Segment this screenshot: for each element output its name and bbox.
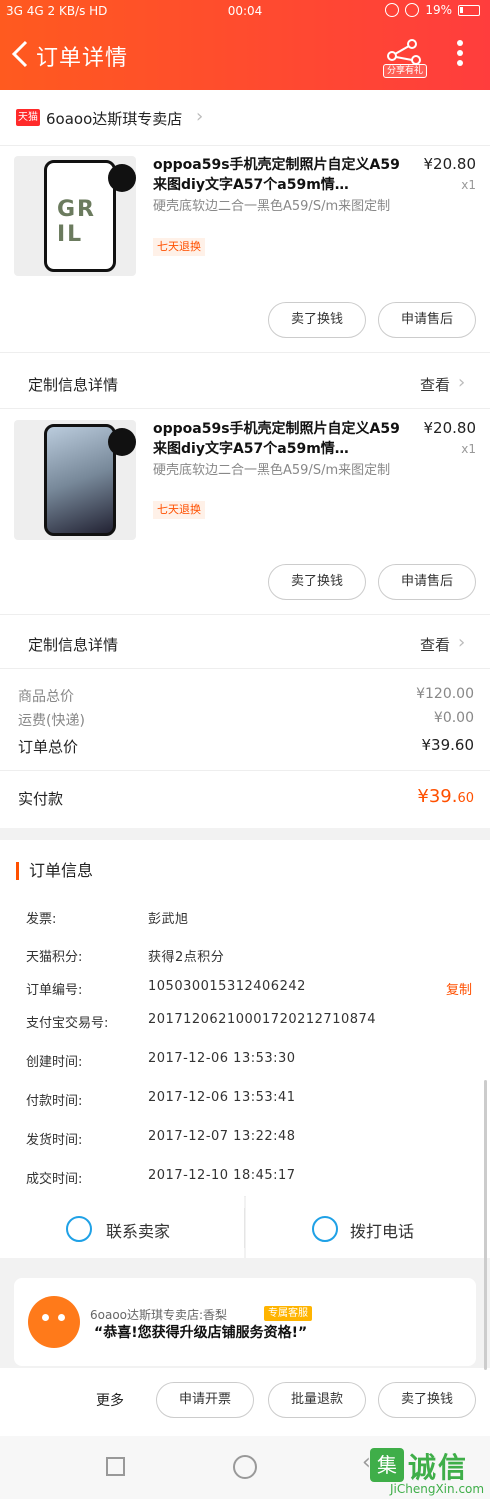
divider (0, 668, 490, 669)
info-value: 2017-12-07 13:22:48 (148, 1129, 296, 1144)
product-image[interactable]: GR IL (14, 156, 136, 276)
info-label: 发票: (26, 912, 57, 927)
status-bar: 3G 4G 2 KB/s HD 00:04 19% (0, 0, 490, 24)
divider (0, 614, 490, 615)
copy-button[interactable]: 复制 (446, 979, 472, 998)
paid-value: ¥39.60 (417, 786, 474, 807)
watermark-url: JiChengXin.com (390, 1482, 485, 1496)
return-tag: 七天退换 (153, 501, 205, 519)
message-sender: 6oaoo达斯琪专卖店:香梨 (90, 1308, 228, 1322)
custom-info-label[interactable]: 定制信息详情 (28, 634, 118, 655)
paid-cents: 60 (457, 791, 474, 806)
page-title: 订单详情 (36, 46, 129, 71)
product-price: ¥20.80 (423, 419, 477, 437)
order-info-heading: 订单信息 (16, 862, 93, 880)
bulk-refund-button[interactable]: 批量退款 (268, 1382, 366, 1418)
back-arrow-icon[interactable] (6, 36, 36, 72)
info-value: 彭武旭 (148, 912, 189, 927)
size-badge-icon (108, 164, 136, 192)
info-value: 105030015312406242 (148, 979, 306, 994)
goods-total-label: 商品总价 (18, 689, 74, 705)
custom-info-view[interactable]: 查看 (420, 374, 450, 395)
product-spec: 硬壳底软边二合一黑色A59/S/m来图定制 (153, 199, 391, 214)
divider (0, 352, 490, 353)
goods-total-value: ¥120.00 (416, 686, 474, 702)
sell-button[interactable]: 卖了换钱 (268, 302, 366, 338)
divider (0, 770, 490, 771)
product-spec: 硬壳底软边二合一黑色A59/S/m来图定制 (153, 463, 391, 478)
info-label: 创建时间: (26, 1055, 83, 1070)
info-label: 支付宝交易号: (26, 1016, 109, 1031)
alarm-icon (405, 3, 420, 17)
shipping-label: 运费(快递) (18, 713, 85, 729)
service-badge: 专属客服 (264, 1306, 312, 1321)
watermark-text: 诚信 (408, 1451, 469, 1484)
product-image[interactable] (14, 420, 136, 540)
paid-main: ¥39. (417, 786, 458, 807)
recent-apps-icon[interactable] (106, 1457, 125, 1476)
header-bar: 3G 4G 2 KB/s HD 00:04 19% 订单详情 分享有礼 (0, 0, 490, 90)
tmall-badge: 天猫 (16, 109, 40, 126)
status-right: 19% (385, 3, 480, 17)
info-value: 2017-12-06 13:53:41 (148, 1090, 296, 1105)
after-sale-button[interactable]: 申请售后 (378, 564, 476, 600)
more-menu-icon[interactable] (452, 36, 468, 72)
contact-seller-label[interactable]: 联系卖家 (106, 1218, 170, 1242)
return-tag: 七天退换 (153, 238, 205, 256)
chevron-right-icon: › (458, 632, 466, 653)
call-label[interactable]: 拨打电话 (350, 1218, 414, 1242)
scrollbar[interactable] (484, 1080, 487, 1370)
lock-rotation-icon (385, 3, 400, 17)
custom-info-view[interactable]: 查看 (420, 634, 450, 655)
info-value: 获得2点积分 (148, 950, 225, 965)
shipping-value: ¥0.00 (433, 710, 474, 726)
watermark: 集 诚信 JiChengXin.com (370, 1444, 490, 1496)
phone-case-image (44, 424, 116, 536)
info-label: 订单编号: (26, 983, 83, 998)
size-badge-icon (108, 428, 136, 456)
share-reward-label[interactable]: 分享有礼 (383, 64, 427, 78)
info-label: 天猫积分: (26, 950, 83, 965)
info-label: 发货时间: (26, 1133, 83, 1148)
battery-percent: 19% (425, 3, 452, 17)
store-chevron-icon: › (196, 106, 204, 127)
case-art: GR IL (57, 197, 96, 247)
custom-info-label[interactable]: 定制信息详情 (28, 374, 118, 395)
divider (0, 408, 490, 409)
info-label: 成交时间: (26, 1172, 83, 1187)
info-value: 20171206210001720212710874 (148, 1012, 377, 1027)
store-name[interactable]: 6oaoo达斯琪专卖店 (46, 108, 182, 129)
info-label: 付款时间: (26, 1094, 83, 1109)
order-total-label: 订单总价 (18, 738, 79, 756)
chat-icon (66, 1216, 92, 1242)
more-button[interactable]: 更多 (96, 1390, 124, 1410)
message-text: “恭喜!您获得升级店铺服务资格!” (94, 1325, 308, 1341)
chevron-right-icon: › (458, 372, 466, 393)
product-price: ¥20.80 (423, 155, 477, 173)
sell-button[interactable]: 卖了换钱 (378, 1382, 476, 1418)
battery-icon (458, 4, 480, 16)
info-value: 2017-12-10 18:45:17 (148, 1168, 296, 1183)
watermark-logo-icon: 集 (370, 1448, 404, 1482)
product-title[interactable]: oppoa59s手机壳定制照片自定义A59来图diy文字A57个a59m情… (153, 155, 405, 195)
divider (244, 1208, 245, 1248)
info-value: 2017-12-06 13:53:30 (148, 1051, 296, 1066)
paid-label: 实付款 (18, 790, 64, 808)
order-total-value: ¥39.60 (421, 736, 475, 754)
home-icon[interactable] (233, 1455, 257, 1479)
avatar (28, 1296, 80, 1348)
product-qty: x1 (461, 178, 476, 192)
product-qty: x1 (461, 442, 476, 456)
phone-case-image: GR IL (44, 160, 116, 272)
invoice-button[interactable]: 申请开票 (156, 1382, 254, 1418)
sell-button[interactable]: 卖了换钱 (268, 564, 366, 600)
after-sale-button[interactable]: 申请售后 (378, 302, 476, 338)
product-title[interactable]: oppoa59s手机壳定制照片自定义A59来图diy文字A57个a59m情… (153, 419, 405, 459)
phone-icon (312, 1216, 338, 1242)
